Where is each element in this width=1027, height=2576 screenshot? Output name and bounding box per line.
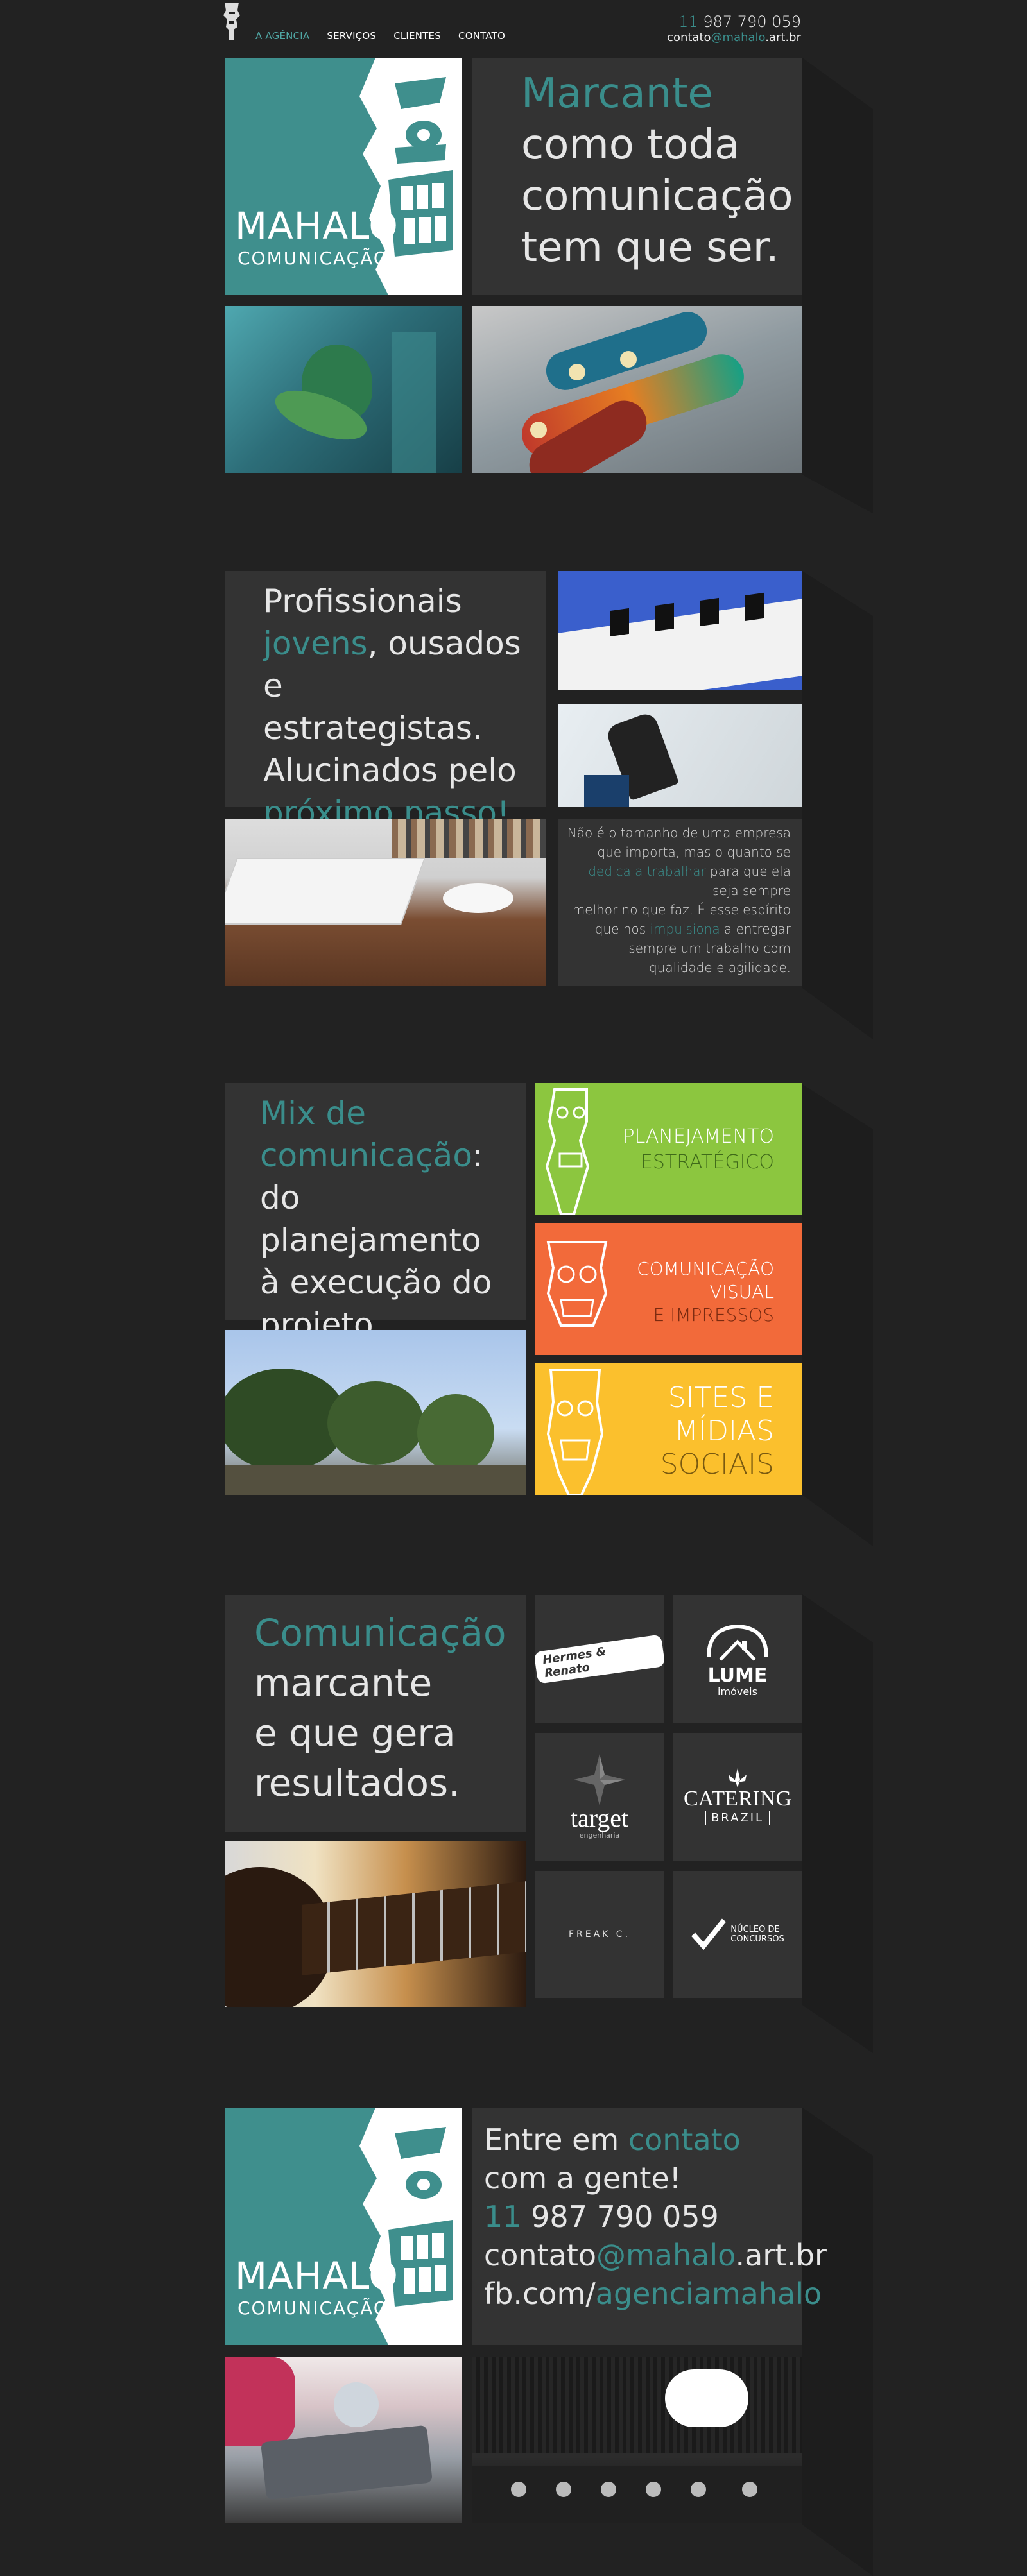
contact-phone-prefix: 11	[484, 2199, 522, 2234]
contact-email[interactable]: contato@mahalo.art.br	[484, 2236, 827, 2274]
about-line4: Alucinados pelo	[263, 752, 517, 789]
service2-line2: VISUAL	[709, 1281, 774, 1302]
client-logo-target[interactable]: target engenharia	[535, 1733, 664, 1861]
about-line1: Profissionais	[263, 583, 462, 620]
contact-phone[interactable]: 11 987 790 059	[484, 2197, 827, 2236]
leaf-icon	[729, 1768, 747, 1787]
about-line2a: jovens	[263, 625, 368, 662]
contact-link[interactable]: contato	[628, 2122, 741, 2157]
service3-line2: MÍDIAS	[674, 1415, 774, 1447]
client-logo-catering-brazil[interactable]: CATERING BRAZIL	[673, 1733, 802, 1861]
photo-mixer	[225, 2357, 462, 2523]
photo-piano	[558, 571, 802, 690]
service2-line3: E IMPRESSOS	[653, 1304, 774, 1326]
about-copy8: qualidade e agilidade.	[649, 960, 791, 975]
brand-sub: COMUNICAÇÃO	[237, 248, 389, 269]
contact-line1a: Entre em	[484, 2122, 628, 2157]
freak-logo-text: FREAK C.	[568, 1929, 631, 1940]
contact-fb-handle: agenciamahalo	[595, 2276, 822, 2311]
clients-line2: marcante	[254, 1661, 433, 1705]
about-copy6a: que nos	[594, 921, 650, 937]
checkmark-icon	[691, 1918, 727, 1950]
clients-line3: e que gera	[254, 1711, 456, 1755]
photo-trees	[225, 1330, 526, 1495]
photo-amplifier	[472, 2357, 802, 2523]
hero-panel: Marcante como toda comunicação tem que s…	[472, 58, 802, 295]
photo-keyboard	[225, 819, 546, 986]
service2-line1: COMUNICAÇÃO	[637, 1258, 774, 1279]
services-line1: Mix de	[260, 1095, 367, 1132]
about-copy4: seja sempre	[712, 883, 791, 898]
contact-facebook[interactable]: fb.com/agenciamahalo	[484, 2274, 827, 2313]
service1-line1: PLANEJAMENTO	[623, 1125, 774, 1148]
photo-guitar	[225, 1841, 526, 2007]
service1-line2: ESTRATÉGICO	[640, 1151, 774, 1173]
services-line3: do planejamento	[260, 1179, 481, 1259]
about-copy2: que importa, mas o quanto se	[597, 844, 791, 860]
lume-logo-text: LUME	[707, 1664, 768, 1687]
nucleo-logo-line1: NÚCLEO DE	[730, 1925, 780, 1934]
service3-line1: SITES E	[668, 1381, 774, 1414]
photo-skateboards	[472, 306, 802, 473]
about-line3: estrategistas.	[263, 710, 483, 747]
about-copy5: melhor no que faz. É esse espírito	[572, 902, 791, 917]
services-line4: à execução do	[260, 1264, 492, 1301]
contact-fb-prefix: fb.com/	[484, 2276, 596, 2311]
client-logo-lume[interactable]: LUME imóveis	[673, 1595, 802, 1723]
services-line2a: comunicação	[260, 1137, 472, 1174]
target-logo-sub: engenharia	[579, 1831, 620, 1839]
client-logo-nucleo-concursos[interactable]: NÚCLEO DE CONCURSOS	[673, 1871, 802, 1998]
contact-email-tld: .art.br	[735, 2238, 827, 2273]
hero-line1: Marcante	[521, 70, 713, 117]
service-sites[interactable]: SITES E MÍDIAS SOCIAIS	[535, 1363, 802, 1495]
clients-line1: Comunicação	[254, 1611, 506, 1655]
service-planejamento[interactable]: PLANEJAMENTO ESTRATÉGICO	[535, 1083, 802, 1215]
target-logo-text: target	[570, 1804, 629, 1832]
contact-email-user: contato	[484, 2238, 596, 2273]
hero-line2: como toda	[521, 121, 740, 169]
brand-tile-footer: MAHALO COMUNICAÇÃO	[225, 2108, 462, 2345]
contact-email-domain: @mahalo	[596, 2238, 736, 2273]
tiki-icon-green	[545, 1088, 590, 1215]
clients-panel: Comunicação marcante e que gera resultad…	[225, 1595, 526, 1832]
tiki-icon-orange	[546, 1241, 608, 1327]
hero-line4: tem que ser.	[521, 224, 779, 271]
about-copy6b: impulsiona	[650, 921, 720, 937]
about-copy6c: a entregar	[720, 921, 791, 937]
clients-line4: resultados.	[254, 1761, 460, 1805]
contact-line2: com a gente!	[484, 2161, 682, 2196]
photo-figurine	[225, 306, 462, 473]
about-panel: Profissionais jovens, ousados e estrateg…	[225, 571, 546, 832]
client-logo-hermes-renato[interactable]: Hermes & Renato	[533, 1595, 666, 1723]
lume-logo-sub: imóveis	[718, 1685, 757, 1698]
contact-panel: Entre em contato com a gente! 11 987 790…	[472, 2108, 827, 2345]
services-line2b: :	[472, 1137, 483, 1174]
footer-brand-sub: COMUNICAÇÃO	[237, 2298, 389, 2319]
client-logo-freak[interactable]: FREAK C.	[535, 1871, 664, 1998]
about-copy1: Não é o tamanho de uma empresa	[567, 825, 791, 840]
about-copy3a: dedica a trabalhar	[588, 864, 706, 879]
house-icon	[707, 1624, 768, 1661]
hero-line3: comunicação	[521, 173, 793, 220]
hermes-renato-logo-text: Hermes & Renato	[533, 1634, 666, 1684]
contact-phone-number: 987 790 059	[521, 2199, 719, 2234]
star-icon	[574, 1754, 625, 1805]
services-panel: Mix de comunicação: do planejamento à ex…	[225, 1083, 526, 1343]
service-comunicacao[interactable]: COMUNICAÇÃO VISUAL E IMPRESSOS	[535, 1223, 802, 1355]
nucleo-logo-line2: CONCURSOS	[730, 1934, 784, 1944]
about-copy7: sempre um trabalho com	[628, 941, 791, 956]
about-copy-panel: Não é o tamanho de uma empresa que impor…	[558, 819, 802, 986]
footer-brand-name: MAHALO	[235, 2254, 399, 2298]
catering-logo-text: CATERING	[683, 1787, 792, 1811]
photo-robot-hand	[558, 704, 802, 807]
brand-tile: MAHALO COMUNICAÇÃO	[225, 58, 462, 295]
about-copy3b: para que ela	[705, 864, 791, 879]
tiki-icon-yellow	[546, 1369, 604, 1495]
catering-logo-sub: BRAZIL	[705, 1811, 770, 1825]
brand-name: MAHALO	[235, 204, 399, 248]
service3-line3: SOCIAIS	[660, 1448, 774, 1481]
